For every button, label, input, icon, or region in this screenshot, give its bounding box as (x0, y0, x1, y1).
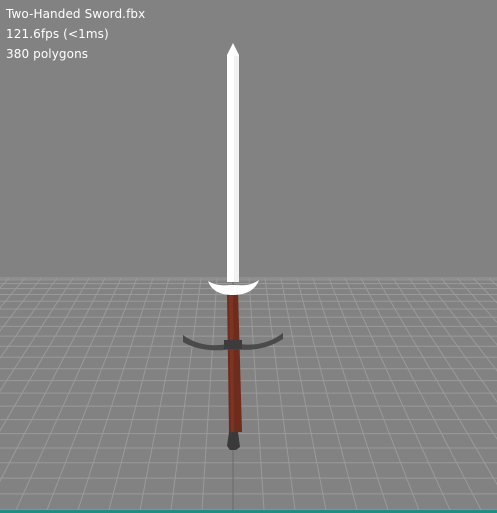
grid-line (139, 277, 186, 510)
file-name-label: Two-Handed Sword.fbx (6, 7, 146, 21)
floor-grid (0, 277, 497, 510)
grid-line (170, 277, 202, 510)
3d-viewport[interactable]: Two-Handed Sword.fbx 121.6fps (<1ms) 380… (0, 0, 497, 513)
grid-line (0, 277, 42, 332)
stats-overlay: Two-Handed Sword.fbx 121.6fps (<1ms) 380… (6, 4, 145, 64)
grid-line (280, 277, 327, 510)
grid-line (360, 277, 482, 510)
grid-line (376, 277, 497, 486)
grid-line (201, 277, 218, 510)
grid-line (408, 277, 497, 403)
sword-pommel (227, 432, 240, 450)
grid-line (0, 277, 74, 392)
sword-model[interactable] (183, 43, 283, 450)
fps-label: 121.6fps (<1ms) (6, 27, 109, 41)
sword-blade-shade (234, 56, 239, 282)
grid-line (0, 277, 10, 289)
grid-line (312, 277, 389, 510)
grid-line (108, 277, 170, 510)
grid-line (424, 277, 497, 372)
grid-line (328, 277, 420, 510)
sword-grip (227, 292, 242, 432)
scene-canvas[interactable] (0, 0, 497, 510)
grid-line (296, 277, 358, 510)
grid-line (488, 277, 497, 287)
grid-line (77, 277, 154, 510)
grid-line (472, 277, 497, 304)
polygon-count-label: 380 polygons (6, 47, 89, 61)
sword-crossguard-center (224, 340, 242, 349)
grid-line (264, 277, 296, 510)
grid-line (248, 277, 265, 510)
grid-line (46, 277, 138, 510)
grid-line (0, 277, 58, 360)
